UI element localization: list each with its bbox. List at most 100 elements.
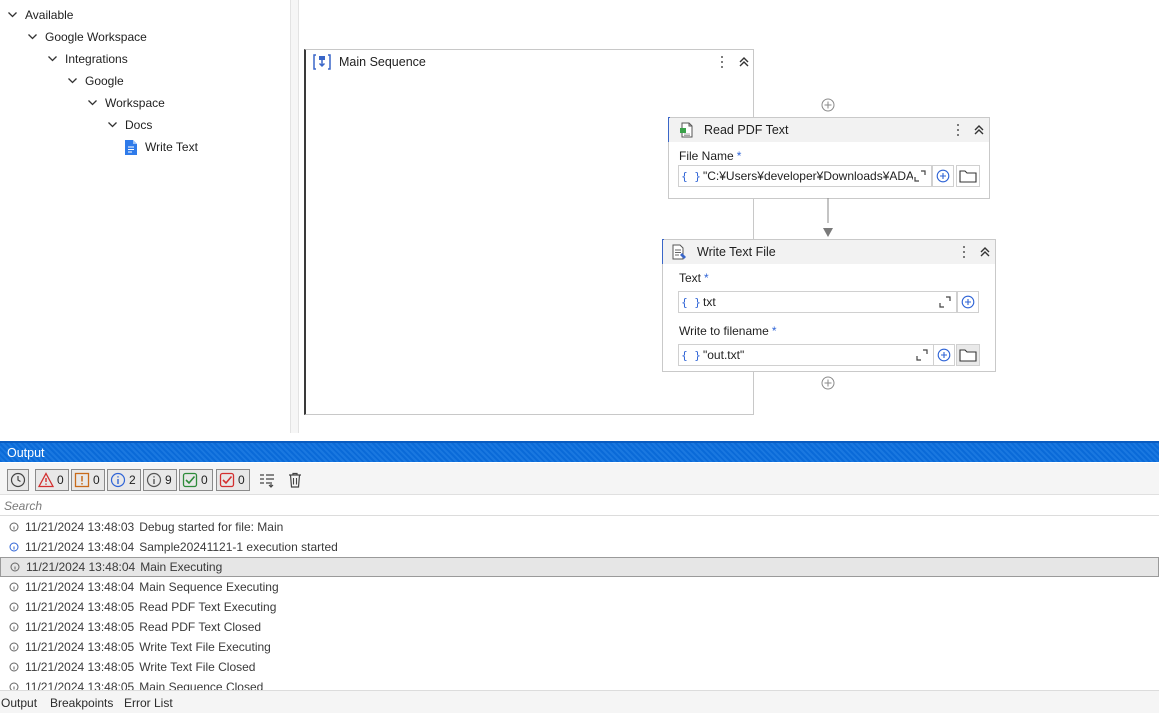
- write-text-file-activity[interactable]: Write Text File Text * { } txt Write to f…: [662, 239, 996, 372]
- tree-item-folder[interactable]: Docs: [105, 114, 152, 136]
- add-activity-icon[interactable]: [821, 376, 835, 390]
- output-log-list[interactable]: 11/21/2024 13:48:03 Debug started for fil…: [0, 517, 1159, 690]
- output-search-input[interactable]: [4, 498, 1154, 514]
- browse-file-button[interactable]: [956, 344, 980, 366]
- write-text-file-header[interactable]: Write Text File: [663, 240, 995, 264]
- trace-icon: [146, 472, 162, 488]
- info-filter-button[interactable]: 2: [107, 469, 141, 491]
- text-input[interactable]: { } txt: [678, 291, 957, 313]
- main-sequence-title: Main Sequence: [339, 55, 426, 69]
- output-search-row: [0, 496, 1159, 516]
- panel-splitter[interactable]: [291, 0, 299, 433]
- activities-tree-panel: Available Google Workspace Integrations Goo…: [0, 0, 291, 433]
- log-row[interactable]: 11/21/2024 13:48:05 Main Sequence Closed: [0, 677, 1159, 690]
- add-variable-button[interactable]: [932, 165, 954, 187]
- log-row[interactable]: 11/21/2024 13:48:05 Read PDF Text Executi…: [0, 597, 1159, 617]
- filename-value: "out.txt": [703, 348, 745, 362]
- output-panel-title: Output: [7, 446, 45, 460]
- filename-input[interactable]: { } "out.txt": [678, 344, 934, 366]
- text-label: Text *: [679, 271, 709, 285]
- add-variable-button[interactable]: [933, 344, 955, 366]
- flow-connector: [827, 198, 829, 223]
- warnings-filter-button[interactable]: 0: [71, 469, 105, 491]
- expand-editor-icon[interactable]: [913, 169, 927, 183]
- errors-filter-button[interactable]: 0: [35, 469, 69, 491]
- log-row[interactable]: 11/21/2024 13:48:04 Main Sequence Executi…: [0, 577, 1159, 597]
- tab-error-list[interactable]: Error List: [124, 696, 173, 710]
- add-variable-button[interactable]: [957, 291, 979, 313]
- tree-item-folder[interactable]: Google Workspace: [25, 26, 147, 48]
- log-message: Read PDF Text Closed: [139, 620, 262, 634]
- log-timestamp: 11/21/2024 13:48:04: [26, 560, 136, 574]
- expand-editor-icon[interactable]: [915, 348, 929, 362]
- required-mark: *: [771, 324, 777, 338]
- log-row[interactable]: 11/21/2024 13:48:05 Write Text File Close…: [0, 657, 1159, 677]
- tab-output[interactable]: Output: [1, 696, 37, 710]
- chevron-down-icon[interactable]: [85, 92, 99, 114]
- more-options-icon[interactable]: [958, 243, 970, 261]
- collapse-icon[interactable]: [737, 55, 751, 69]
- browse-file-button[interactable]: [956, 165, 980, 187]
- info-icon: [9, 542, 19, 552]
- file-name-input[interactable]: { } "C:¥Users¥developer¥Downloads¥ADA: [678, 165, 932, 187]
- success-filter-button[interactable]: 0: [179, 469, 213, 491]
- clear-output-button[interactable]: [286, 471, 304, 489]
- log-row[interactable]: 11/21/2024 13:48:05 Write Text File Execu…: [0, 637, 1159, 657]
- sequence-icon: [313, 54, 331, 70]
- trace-icon: [10, 562, 20, 572]
- tree-item-activity[interactable]: Write Text: [125, 136, 198, 158]
- warning-square-icon: [74, 472, 90, 488]
- chevron-down-icon[interactable]: [25, 26, 39, 48]
- output-panel-header[interactable]: Output: [0, 441, 1159, 462]
- expression-braces-icon: { }: [681, 169, 701, 183]
- log-timestamp: 11/21/2024 13:48:05: [25, 620, 135, 634]
- add-activity-icon[interactable]: [821, 98, 835, 112]
- folder-icon: [959, 349, 977, 362]
- file-name-label: File Name *: [679, 149, 741, 163]
- log-row[interactable]: 11/21/2024 13:48:03 Debug started for fil…: [0, 517, 1159, 537]
- log-message: Write Text File Executing: [139, 640, 271, 654]
- log-timestamp: 11/21/2024 13:48:03: [25, 520, 135, 534]
- log-row[interactable]: 11/21/2024 13:48:04 Main Executing: [0, 557, 1159, 577]
- log-timestamp: 11/21/2024 13:48:05: [25, 660, 135, 674]
- tab-breakpoints[interactable]: Breakpoints: [50, 696, 113, 710]
- info-count: 2: [129, 473, 136, 487]
- tree-item-folder[interactable]: Workspace: [85, 92, 165, 114]
- failed-filter-button[interactable]: 0: [216, 469, 250, 491]
- plus-circle-icon: [936, 169, 950, 183]
- collapse-all-button[interactable]: [258, 471, 276, 489]
- read-pdf-text-activity[interactable]: Read PDF Text File Name * { } "C:¥Users¥d…: [668, 117, 990, 199]
- log-row[interactable]: 11/21/2024 13:48:05 Read PDF Text Closed: [0, 617, 1159, 637]
- chevron-down-icon[interactable]: [65, 70, 79, 92]
- write-text-file-title: Write Text File: [697, 245, 776, 259]
- trace-filter-button[interactable]: 9: [143, 469, 177, 491]
- expression-braces-icon: { }: [681, 348, 701, 362]
- main-sequence-header[interactable]: Main Sequence: [306, 50, 753, 74]
- expand-editor-icon[interactable]: [938, 295, 952, 309]
- tree-item-label: Google: [85, 74, 124, 88]
- write-file-icon: [672, 244, 686, 260]
- output-toolbar: 0 0 2 9 0 0: [0, 463, 1159, 495]
- trace-icon: [9, 582, 19, 592]
- more-options-icon[interactable]: [716, 53, 728, 71]
- trace-icon: [9, 662, 19, 672]
- log-row[interactable]: 11/21/2024 13:48:04 Sample20241121-1 exec…: [0, 537, 1159, 557]
- collapse-icon[interactable]: [978, 245, 992, 259]
- more-options-icon[interactable]: [952, 121, 964, 139]
- google-docs-icon: [125, 139, 137, 155]
- file-name-value: "C:¥Users¥developer¥Downloads¥ADA: [703, 169, 913, 183]
- chevron-down-icon[interactable]: [45, 48, 59, 70]
- folder-icon: [959, 170, 977, 183]
- success-count: 0: [201, 473, 208, 487]
- collapse-icon[interactable]: [972, 123, 986, 137]
- required-mark: *: [704, 271, 709, 285]
- timestamp-toggle-button[interactable]: [7, 469, 29, 491]
- trace-icon: [9, 522, 19, 532]
- chevron-down-icon[interactable]: [5, 4, 19, 26]
- read-pdf-text-header[interactable]: Read PDF Text: [669, 118, 989, 142]
- log-message: Sample20241121-1 execution started: [139, 540, 338, 554]
- tree-item-folder[interactable]: Integrations: [45, 48, 128, 70]
- tree-item-folder[interactable]: Available: [5, 4, 73, 26]
- tree-item-folder[interactable]: Google: [65, 70, 124, 92]
- chevron-down-icon[interactable]: [105, 114, 119, 136]
